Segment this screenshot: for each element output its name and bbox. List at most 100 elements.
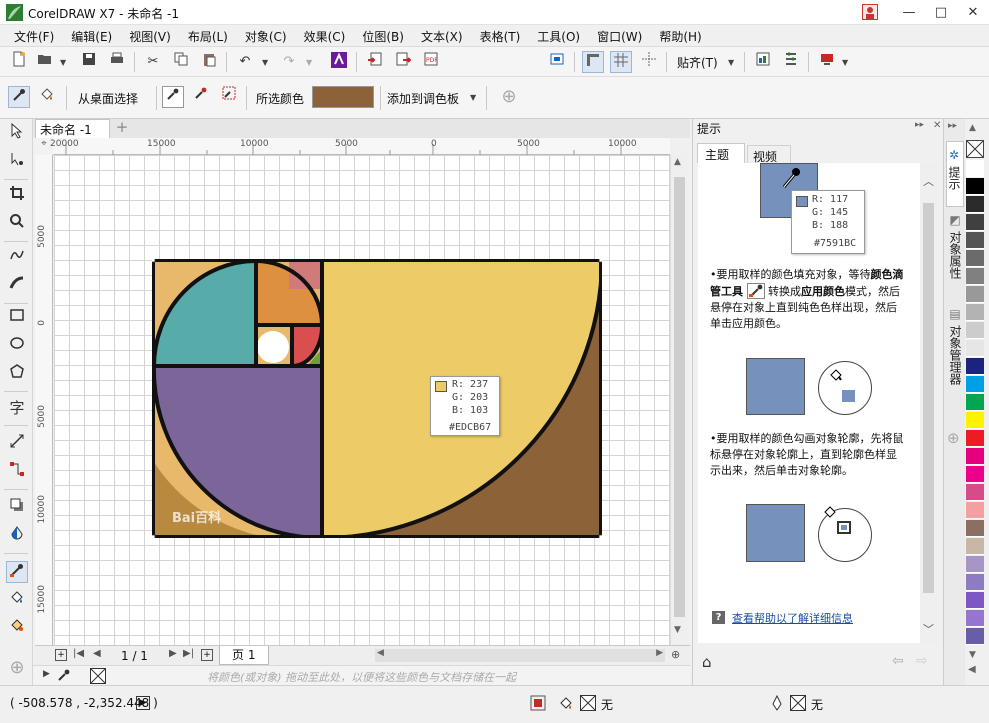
copy-icon[interactable] (170, 51, 192, 73)
new-tab-plus-icon[interactable]: + (113, 119, 131, 137)
palette-swatch[interactable] (966, 160, 984, 177)
white-circle[interactable] (257, 331, 289, 363)
show-grid-icon[interactable] (610, 51, 632, 73)
shape-tool-icon[interactable] (6, 151, 28, 173)
launcher-dropdown-icon[interactable]: ▼ (842, 58, 848, 67)
palette-swatch[interactable] (966, 376, 984, 393)
smart-fill-tool-icon[interactable] (6, 617, 28, 639)
last-page-icon[interactable]: ▶| (183, 648, 194, 659)
palette-swatch[interactable] (966, 286, 984, 303)
menu-edit[interactable]: 编辑(E) (63, 25, 121, 46)
status-info-arrow-icon[interactable]: ▶ (136, 696, 150, 710)
palette-menu-icon[interactable]: ▶ (43, 669, 50, 679)
export-icon[interactable] (392, 51, 414, 73)
artistic-media-tool-icon[interactable] (6, 275, 28, 297)
horizontal-scrollbar[interactable]: ◀ ▶ (375, 648, 665, 662)
application-launcher-icon[interactable] (816, 51, 838, 73)
undo-icon[interactable]: ↶ (234, 51, 256, 73)
scrollbar-thumb[interactable] (674, 177, 685, 617)
horizontal-ruler[interactable]: 20000 15000 10000 5000 0 5000 10000 (50, 138, 670, 155)
palette-swatch[interactable] (966, 340, 984, 357)
forward-arrow-icon[interactable]: ⇨ (916, 653, 928, 669)
color-eyedropper-tool-icon[interactable] (6, 561, 28, 583)
palette-swatch[interactable] (966, 358, 984, 375)
add-to-palette-dropdown-icon[interactable]: ▼ (470, 93, 476, 102)
polygon-tool-icon[interactable] (6, 363, 28, 385)
save-icon[interactable] (78, 51, 100, 73)
view-help-link[interactable]: 查看帮助以了解详细信息 (732, 610, 853, 626)
scroll-left-icon[interactable]: ◀ (377, 648, 384, 658)
palette-scroll-down-icon[interactable]: ▼ (969, 650, 976, 660)
apply-color-bucket-icon[interactable] (36, 86, 58, 108)
color-proof-icon[interactable] (530, 695, 546, 711)
hints-scrollbar[interactable]: ︿ ﹀ (920, 163, 937, 643)
add-plus-icon[interactable]: ⊕ (498, 86, 520, 108)
text-tool-icon[interactable]: 字 (6, 397, 28, 419)
palette-swatch[interactable] (966, 556, 984, 573)
user-avatar-icon[interactable] (862, 4, 878, 20)
close-button[interactable]: ✕ (958, 0, 988, 25)
vertical-ruler[interactable]: 5000 0 5000 10000 15000 (35, 155, 53, 645)
outline-none-swatch[interactable] (790, 695, 806, 711)
maximize-button[interactable]: □ (926, 0, 956, 25)
snap-dropdown-icon[interactable]: ▼ (728, 58, 734, 67)
scroll-down-icon[interactable]: ▼ (674, 625, 681, 635)
first-page-icon[interactable]: |◀ (73, 648, 84, 659)
cut-icon[interactable]: ✂ (142, 51, 164, 73)
docker-collapse-icon[interactable]: ▸▸ (915, 120, 924, 130)
palette-swatch[interactable] (966, 466, 984, 483)
palette-swatch[interactable] (966, 196, 984, 213)
show-rulers-icon[interactable] (582, 51, 604, 73)
parallel-dimension-tool-icon[interactable] (6, 433, 28, 455)
next-page-icon[interactable]: ▶ (169, 648, 177, 659)
add-tool-plus-icon[interactable]: ⊕ (6, 657, 28, 679)
palette-swatch[interactable] (966, 520, 984, 537)
show-guidelines-icon[interactable] (638, 51, 660, 73)
palette-swatch[interactable] (966, 610, 984, 627)
palette-eyedropper-icon[interactable] (57, 668, 71, 683)
home-icon[interactable]: ⌂ (702, 653, 712, 671)
redo-dropdown-icon[interactable]: ▼ (306, 58, 312, 67)
zoom-tool-icon[interactable] (6, 213, 28, 235)
side-tab-hints[interactable]: ✲ 提示 (946, 141, 964, 207)
ellipse-tool-icon[interactable] (6, 335, 28, 357)
add-to-palette-button[interactable]: 添加到调色板 (387, 90, 459, 107)
hints-scroll-thumb[interactable] (923, 203, 934, 593)
selected-color-swatch[interactable] (312, 86, 374, 108)
side-collapse-icon[interactable]: ▸▸ (948, 121, 957, 131)
back-arrow-icon[interactable]: ⇦ (892, 653, 904, 669)
navigator-icon[interactable]: ⊕ (671, 648, 680, 661)
menu-layout[interactable]: 布局(L) (180, 25, 237, 46)
menu-view[interactable]: 视图(V) (121, 25, 180, 46)
undo-dropdown-icon[interactable]: ▼ (262, 58, 268, 67)
eyedropper-mode-icon[interactable] (8, 86, 30, 108)
add-docker-plus-icon[interactable]: ⊕ (947, 429, 960, 447)
menu-file[interactable]: 文件(F) (6, 25, 63, 46)
palette-no-color-swatch[interactable] (966, 140, 984, 158)
side-tab-object-manager[interactable]: ▤ 对象管理器 (946, 305, 964, 405)
minimize-button[interactable]: — (894, 0, 924, 25)
palette-swatch[interactable] (966, 592, 984, 609)
new-document-icon[interactable] (8, 51, 30, 73)
side-tab-object-properties[interactable]: ◩ 对象属性 (946, 211, 964, 301)
palette-swatch[interactable] (966, 214, 984, 231)
menu-help[interactable]: 帮助(H) (651, 25, 710, 46)
palette-swatch[interactable] (966, 484, 984, 501)
menu-window[interactable]: 窗口(W) (589, 25, 651, 46)
menu-object[interactable]: 对象(C) (237, 25, 296, 46)
tab-videos[interactable]: 视频 (747, 145, 791, 164)
vertical-scrollbar[interactable]: ▲ ▼ (670, 155, 687, 645)
previous-page-icon[interactable]: ◀ (93, 648, 101, 659)
palette-swatch[interactable] (966, 304, 984, 321)
palette-swatch[interactable] (966, 412, 984, 429)
palette-swatch[interactable] (966, 178, 984, 195)
menu-bitmaps[interactable]: 位图(B) (354, 25, 413, 46)
palette-swatch[interactable] (966, 448, 984, 465)
snap-to-menu[interactable]: 贴齐(T) (677, 54, 718, 71)
rectangle-tool-icon[interactable] (6, 307, 28, 329)
document-tab[interactable]: 未命名 -1 (35, 119, 110, 138)
scroll-right-icon[interactable]: ▶ (656, 648, 663, 658)
open-folder-icon[interactable] (34, 51, 56, 73)
open-dropdown-icon[interactable]: ▼ (60, 58, 66, 67)
sample-2x2-icon[interactable] (190, 86, 212, 108)
